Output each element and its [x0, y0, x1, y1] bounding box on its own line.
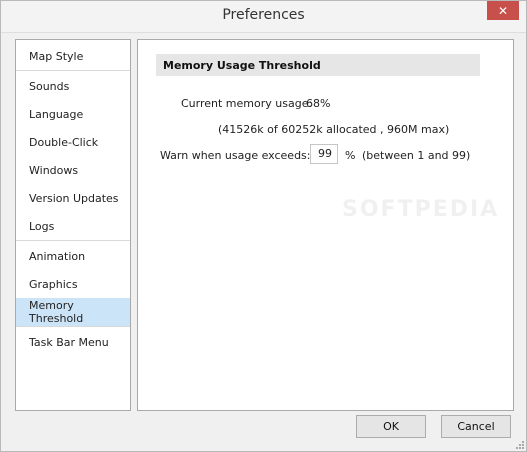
settings-panel: Memory Usage Threshold Current memory us… [137, 39, 514, 411]
range-note: (between 1 and 99) [362, 149, 471, 162]
sidebar-item-label: Windows [29, 163, 79, 177]
sidebar-item-label: Sounds [29, 79, 70, 93]
sidebar-item-windows[interactable]: Windows [16, 156, 130, 184]
sidebar-item-label: Map Style [29, 49, 84, 63]
sidebar-item-logs[interactable]: Logs [16, 212, 130, 240]
sidebar-item-version-updates[interactable]: Version Updates [16, 184, 130, 212]
sidebar-item-task-bar-menu[interactable]: Task Bar Menu [16, 328, 130, 356]
sidebar-divider [16, 70, 130, 71]
sidebar-item-label: Graphics [29, 277, 78, 291]
sidebar-item-label: Language [29, 107, 84, 121]
sidebar-item-label: Animation [29, 249, 86, 263]
sidebar-item-map-style[interactable]: Map Style [16, 42, 130, 70]
sidebar-divider [16, 326, 130, 327]
sidebar-item-label: Double-Click [29, 135, 99, 149]
memory-details: (41526k of 60252k allocated , 960M max) [218, 123, 450, 136]
category-list: Map Style Sounds Language Double-Click W… [15, 39, 131, 411]
warn-threshold-input[interactable]: 99 [310, 144, 338, 164]
ok-button[interactable]: OK [356, 415, 426, 438]
sidebar-item-label: Memory Threshold [29, 299, 84, 325]
softpedia-watermark: SOFTPEDIA [342, 197, 500, 222]
sidebar-item-label: Logs [29, 219, 55, 233]
sidebar-item-animation[interactable]: Animation [16, 242, 130, 270]
sidebar-divider [16, 240, 130, 241]
window-title: Preferences [222, 7, 305, 23]
sidebar-item-label: Version Updates [29, 191, 119, 205]
sidebar-item-double-click[interactable]: Double-Click [16, 128, 130, 156]
section-header: Memory Usage Threshold [156, 54, 480, 76]
percent-label: % [345, 149, 356, 162]
sidebar-item-label: Task Bar Menu [29, 335, 109, 349]
warn-threshold-label: Warn when usage exceeds: [160, 149, 311, 162]
title-bar[interactable]: Preferences ✕ [1, 1, 526, 33]
close-icon: ✕ [497, 3, 509, 18]
sidebar-item-graphics[interactable]: Graphics [16, 270, 130, 298]
current-usage-label: Current memory usage: [181, 97, 313, 110]
cancel-button[interactable]: Cancel [441, 415, 511, 438]
sidebar-item-sounds[interactable]: Sounds [16, 72, 130, 100]
current-usage-value: 68% [306, 97, 331, 110]
sidebar-item-memory-threshold[interactable]: Memory Threshold [16, 298, 130, 326]
preferences-window: Preferences ✕ Map Style Sounds Language … [0, 0, 527, 452]
resize-grip-icon[interactable] [515, 440, 525, 450]
close-button[interactable]: ✕ [487, 1, 519, 20]
sidebar-item-language[interactable]: Language [16, 100, 130, 128]
